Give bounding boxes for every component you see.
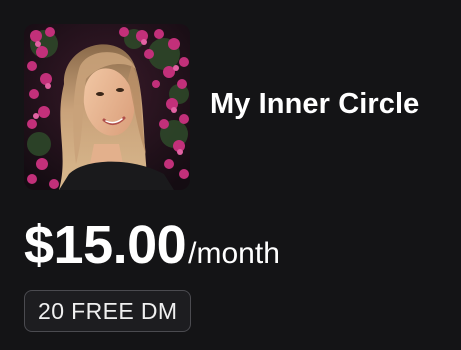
free-dm-badge: 20 FREE DM [24,290,192,332]
subscription-card: My Inner Circle $15.00 /month 20 FREE DM [0,0,461,350]
tier-title: My Inner Circle [210,88,420,120]
profile-photo [24,24,190,190]
price-period: /month [188,237,280,270]
price-amount: $15.00 [24,215,187,275]
profile-photo-image [24,24,190,190]
price-row: $15.00 /month [24,214,280,276]
